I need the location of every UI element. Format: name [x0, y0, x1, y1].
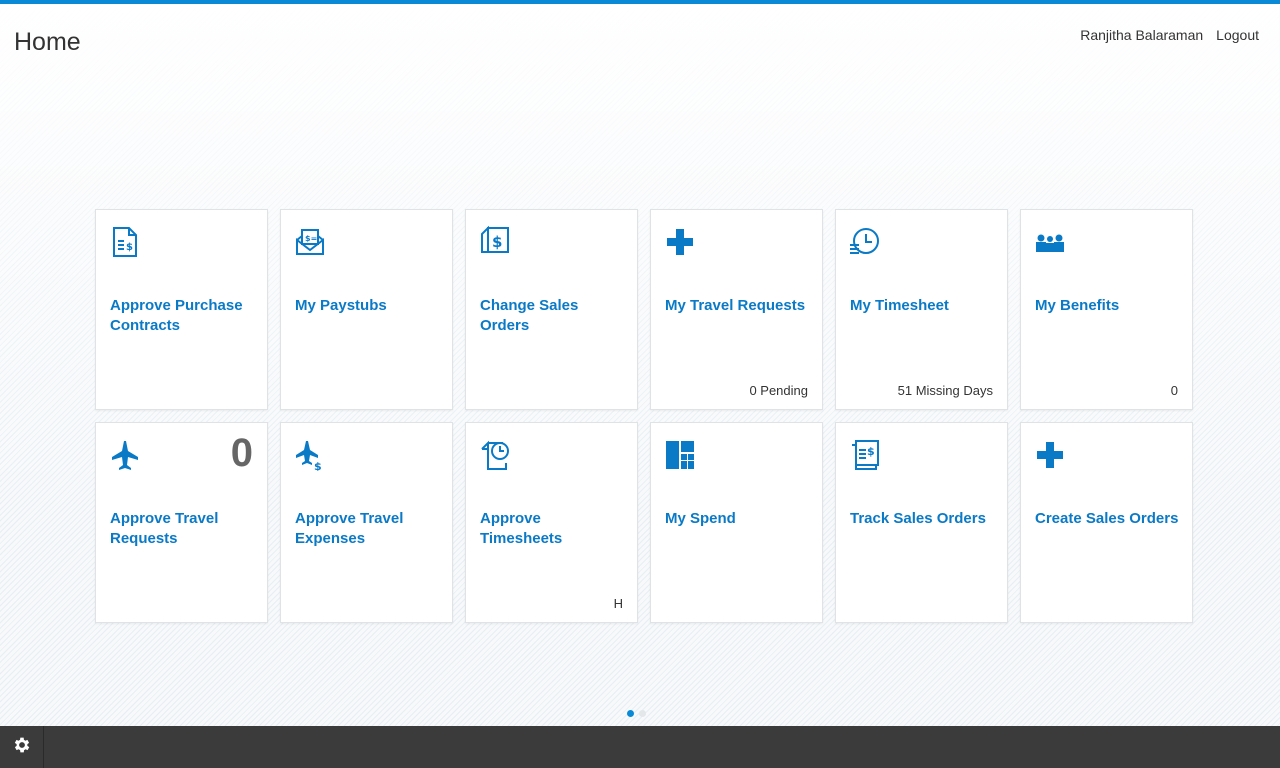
tile-approve-purchase-contracts[interactable]: $ Approve Purchase Contracts	[95, 209, 268, 410]
tile-title: Track Sales Orders	[850, 510, 986, 527]
tile-approve-travel-expenses[interactable]: $ Approve Travel Expenses	[280, 422, 453, 623]
tile-approve-timesheets[interactable]: Approve Timesheets H	[465, 422, 638, 623]
tile-approve-travel-requests[interactable]: Approve Travel Requests 0	[95, 422, 268, 623]
header-user-area: Ranjitha Balaraman Logout	[1080, 27, 1259, 43]
settings-button[interactable]	[0, 726, 44, 768]
tile-info: 0 Pending	[749, 383, 808, 398]
people-group-icon	[1035, 226, 1065, 258]
tile-my-benefits[interactable]: My Benefits 0	[1020, 209, 1193, 410]
tile-title: My Timesheet	[850, 297, 949, 314]
dollar-document-icon: $	[480, 226, 510, 258]
tile-title: My Benefits	[1035, 297, 1120, 314]
page-indicator	[627, 710, 646, 717]
document-clock-icon	[480, 439, 510, 471]
tile-title: Approve Timesheets	[480, 510, 563, 547]
clock-icon	[850, 226, 880, 258]
tile-title: Change Sales Orders	[480, 297, 579, 334]
tile-track-sales-orders[interactable]: $ Track Sales Orders	[835, 422, 1008, 623]
airplane-dollar-icon: $	[295, 439, 325, 471]
tile-info: H	[613, 596, 623, 611]
gear-icon	[12, 735, 32, 760]
svg-text:$: $	[126, 242, 133, 253]
top-accent-bar	[0, 0, 1280, 4]
logout-link[interactable]: Logout	[1216, 27, 1259, 43]
paystub-envelope-icon: $=	[295, 226, 325, 258]
svg-text:$=: $=	[305, 234, 317, 243]
tile-count: 0	[230, 431, 253, 475]
tile-title: Approve Travel Requests	[110, 510, 219, 547]
tile-title: My Paystubs	[295, 297, 387, 314]
page-title: Home	[14, 28, 81, 56]
dashboard-blocks-icon	[665, 439, 695, 471]
tile-info: 51 Missing Days	[897, 383, 993, 398]
plus-icon	[665, 226, 695, 258]
tile-my-paystubs[interactable]: $= My Paystubs	[280, 209, 453, 410]
page-dot-1[interactable]	[627, 710, 634, 717]
tile-my-spend[interactable]: My Spend	[650, 422, 823, 623]
sales-order-document-icon: $	[850, 439, 880, 471]
tile-info: 0	[1170, 383, 1178, 398]
contract-document-icon: $	[110, 226, 140, 258]
tile-grid: $ Approve Purchase Contracts $= My Payst…	[95, 209, 1193, 623]
plus-icon	[1035, 439, 1065, 471]
footer-bar	[0, 726, 1280, 768]
tile-my-timesheet[interactable]: My Timesheet 51 Missing Days	[835, 209, 1008, 410]
tile-change-sales-orders[interactable]: $ Change Sales Orders	[465, 209, 638, 410]
tile-create-sales-orders[interactable]: Create Sales Orders	[1020, 422, 1193, 623]
tile-title: My Travel Requests	[665, 297, 806, 314]
airplane-icon	[110, 439, 140, 471]
page-dot-2[interactable]	[639, 710, 646, 717]
tile-title: Approve Purchase Contracts	[110, 297, 243, 334]
tile-title: My Spend	[665, 510, 736, 527]
tile-my-travel-requests[interactable]: My Travel Requests 0 Pending	[650, 209, 823, 410]
svg-text:$: $	[492, 233, 502, 251]
tile-title: Create Sales Orders	[1035, 510, 1179, 527]
svg-text:$: $	[314, 460, 322, 471]
tile-title: Approve Travel Expenses	[295, 510, 404, 547]
user-name: Ranjitha Balaraman	[1080, 27, 1204, 43]
svg-text:$: $	[867, 445, 875, 458]
